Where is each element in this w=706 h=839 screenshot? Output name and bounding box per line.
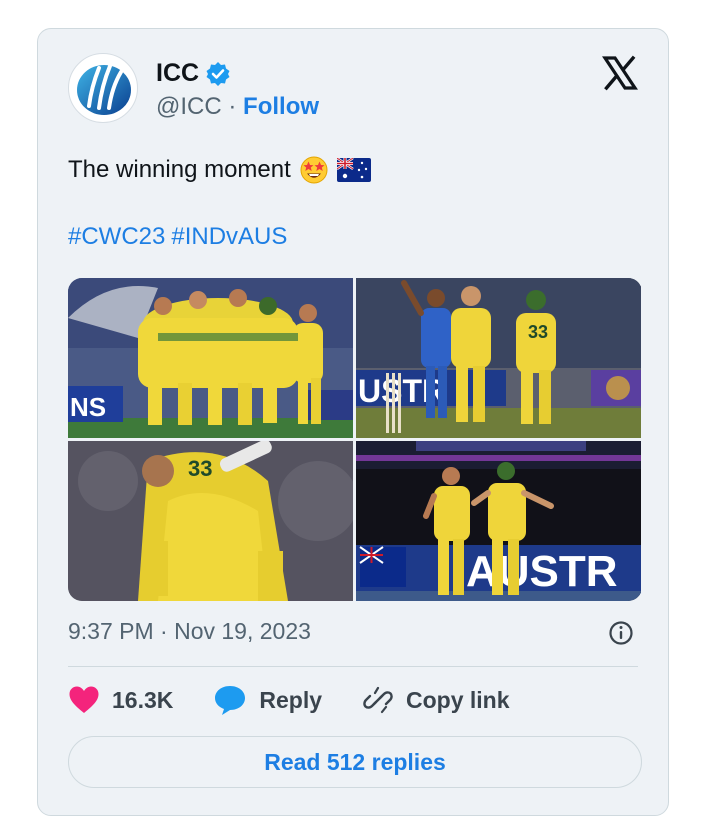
banner-text: AUSTR bbox=[466, 547, 618, 596]
like-button[interactable]: 16.3K bbox=[68, 685, 173, 715]
hashtag-link[interactable]: #INDvAUS bbox=[171, 223, 287, 250]
follow-link[interactable]: Follow bbox=[243, 93, 319, 120]
hashtag-link[interactable]: #CWC23 bbox=[68, 223, 165, 250]
reply-button[interactable]: Reply bbox=[213, 684, 322, 716]
players-running-photo[interactable]: AUSTR bbox=[356, 441, 641, 601]
players-celebrating-on-field-photo[interactable]: USTR 33 bbox=[356, 278, 641, 438]
handle-separator: · bbox=[228, 93, 237, 120]
team-celebration-photo[interactable]: NS bbox=[68, 278, 353, 438]
link-icon bbox=[363, 686, 393, 714]
svg-text:33: 33 bbox=[188, 456, 212, 481]
account-name[interactable]: ICC bbox=[156, 59, 199, 88]
star-struck-emoji-icon bbox=[300, 156, 328, 184]
x-logo-icon[interactable] bbox=[602, 55, 638, 91]
divider bbox=[68, 666, 638, 667]
australia-flag-emoji-icon bbox=[336, 158, 371, 182]
icc-avatar[interactable] bbox=[68, 53, 138, 123]
banner-text: NS bbox=[70, 392, 106, 422]
media-grid: NS USTR 33 33 AUSTR bbox=[68, 278, 642, 601]
tweet-text: The winning moment bbox=[68, 156, 291, 183]
like-count: 16.3K bbox=[112, 686, 174, 713]
svg-text:33: 33 bbox=[528, 322, 548, 342]
copy-link-label: Copy link bbox=[406, 686, 510, 713]
tweet-embed-card: ICC @ICC · Follow The winning moment #CW… bbox=[37, 28, 669, 816]
account-handle[interactable]: @ICC bbox=[156, 93, 222, 120]
copy-link-button[interactable]: Copy link bbox=[362, 684, 510, 716]
tweet-timestamp[interactable]: 9:37 PM · Nov 19, 2023 bbox=[68, 618, 311, 645]
reply-bubble-icon bbox=[215, 686, 246, 715]
heart-icon bbox=[69, 686, 99, 713]
icc-logo bbox=[77, 64, 131, 115]
verified-badge-icon bbox=[206, 61, 230, 86]
info-icon[interactable] bbox=[608, 620, 634, 646]
tweet-actions: 16.3K Reply Copy link bbox=[68, 683, 550, 717]
players-embrace-photo[interactable]: 33 bbox=[68, 441, 353, 601]
reply-label: Reply bbox=[259, 686, 323, 713]
read-replies-button[interactable]: Read 512 replies bbox=[68, 736, 642, 788]
